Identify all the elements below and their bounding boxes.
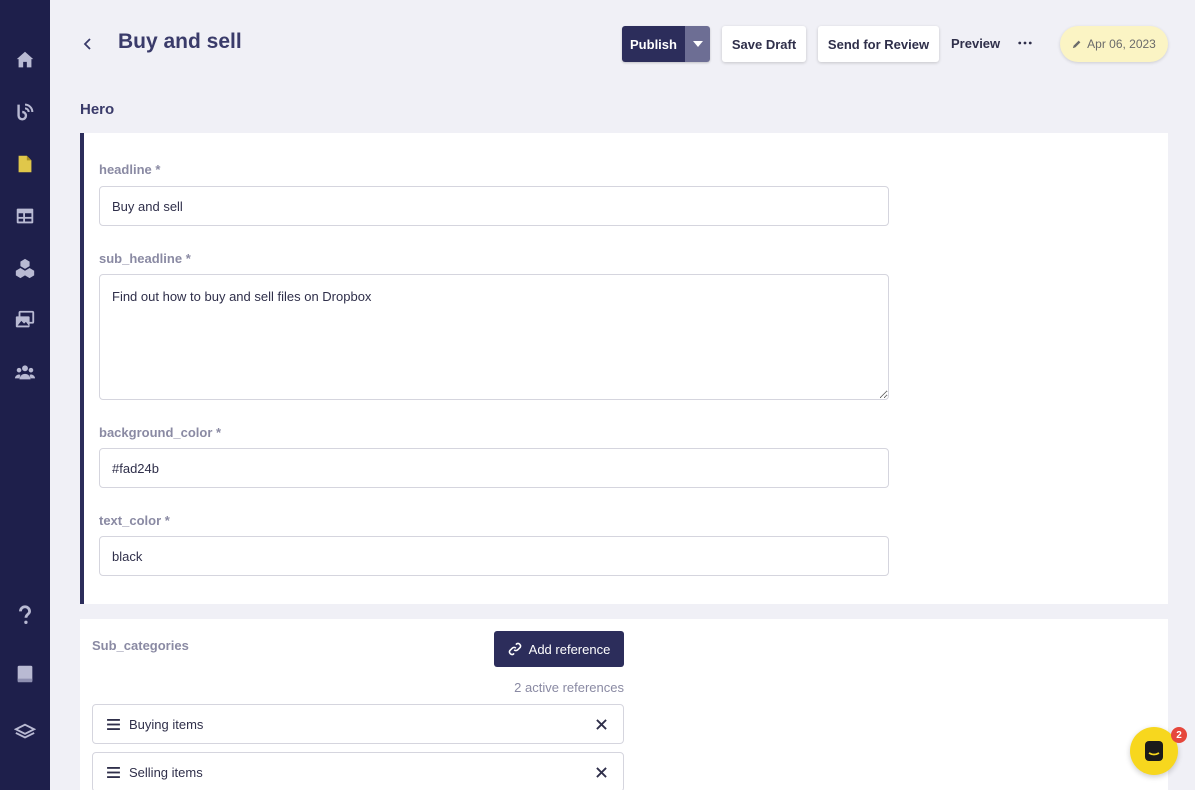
section-heading-hero: Hero bbox=[80, 101, 115, 118]
add-reference-button[interactable]: Add reference bbox=[494, 631, 624, 667]
send-for-review-button[interactable]: Send for Review bbox=[818, 26, 939, 62]
document-icon[interactable] bbox=[13, 152, 37, 176]
publish-button[interactable]: Publish bbox=[622, 26, 685, 62]
sidebar bbox=[0, 0, 50, 790]
active-references-count: 2 active references bbox=[514, 680, 624, 695]
back-button[interactable] bbox=[78, 34, 98, 54]
save-draft-button[interactable]: Save Draft bbox=[722, 26, 806, 62]
publish-button-group: Publish bbox=[622, 26, 710, 62]
users-icon[interactable] bbox=[13, 360, 37, 384]
more-options-button[interactable] bbox=[1016, 34, 1034, 52]
headline-label: headline * bbox=[99, 162, 161, 177]
chevron-left-icon bbox=[83, 38, 91, 50]
text-color-label: text_color * bbox=[99, 513, 170, 528]
date-badge[interactable]: Apr 06, 2023 bbox=[1060, 26, 1168, 62]
preview-link[interactable]: Preview bbox=[951, 36, 1000, 51]
drag-handle-icon[interactable] bbox=[107, 765, 121, 779]
sub-categories-label: Sub_categories bbox=[92, 638, 189, 653]
help-icon[interactable] bbox=[13, 603, 37, 627]
close-icon bbox=[595, 718, 607, 730]
cubes-icon[interactable] bbox=[13, 256, 37, 280]
add-reference-label: Add reference bbox=[528, 641, 611, 657]
table-icon[interactable] bbox=[13, 204, 37, 228]
ellipsis-icon bbox=[1018, 41, 1032, 45]
text-color-input[interactable] bbox=[99, 536, 889, 576]
media-icon[interactable] bbox=[13, 308, 37, 332]
sub-headline-label: sub_headline * bbox=[99, 251, 191, 266]
drag-handle-icon[interactable] bbox=[107, 717, 121, 731]
publish-options-button[interactable] bbox=[685, 26, 710, 62]
page-title: Buy and sell bbox=[118, 30, 242, 53]
pencil-icon bbox=[1072, 40, 1081, 49]
layers-icon[interactable] bbox=[13, 720, 37, 744]
remove-reference-button[interactable] bbox=[593, 764, 609, 780]
notification-badge: 2 bbox=[1171, 727, 1187, 743]
book-icon[interactable] bbox=[13, 662, 37, 686]
sub-headline-textarea[interactable] bbox=[99, 274, 889, 400]
link-icon bbox=[508, 642, 521, 656]
headline-input[interactable] bbox=[99, 186, 889, 226]
close-icon bbox=[595, 766, 607, 778]
date-text: Apr 06, 2023 bbox=[1087, 37, 1156, 51]
background-color-input[interactable] bbox=[99, 448, 889, 488]
home-icon[interactable] bbox=[13, 48, 37, 72]
reference-label[interactable]: Buying items bbox=[129, 717, 593, 732]
chat-icon bbox=[1145, 741, 1163, 761]
caret-down-icon bbox=[692, 41, 703, 47]
remove-reference-button[interactable] bbox=[593, 716, 609, 732]
background-color-label: background_color * bbox=[99, 425, 222, 440]
reference-item: Selling items bbox=[92, 752, 624, 790]
reference-item: Buying items bbox=[92, 704, 624, 744]
reference-label[interactable]: Selling items bbox=[129, 765, 593, 780]
blog-icon[interactable] bbox=[13, 100, 37, 124]
